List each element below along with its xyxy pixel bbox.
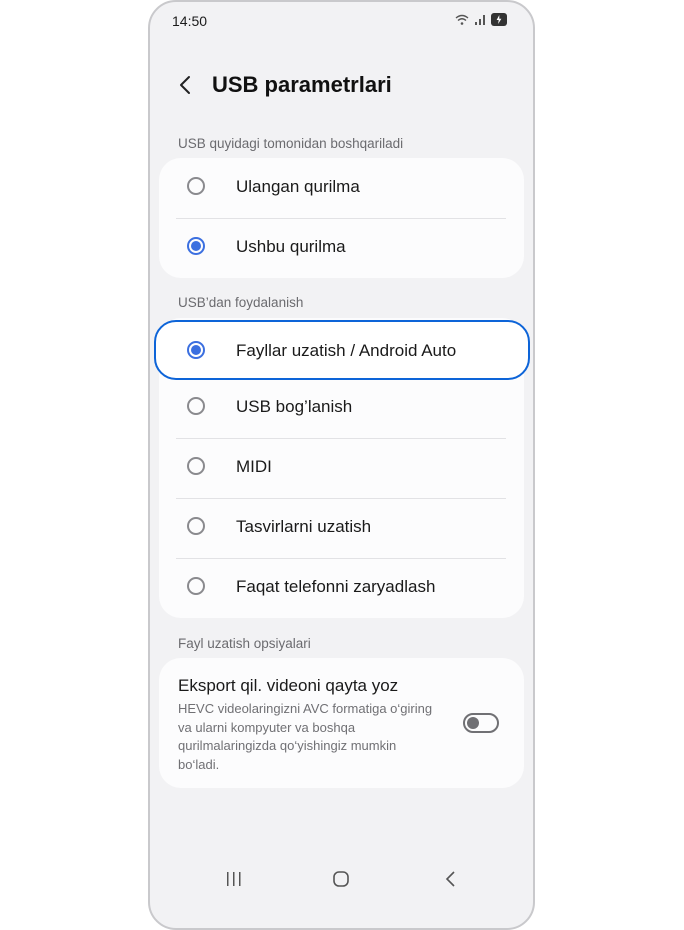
nav-back-icon[interactable] bbox=[442, 870, 460, 888]
radio-button-selected[interactable] bbox=[187, 237, 205, 255]
back-arrow-icon[interactable] bbox=[174, 73, 198, 97]
option-label: USB bog’lanish bbox=[236, 397, 353, 416]
radio-button-selected[interactable] bbox=[187, 341, 205, 359]
setting-description: HEVC videolaringizni AVC formatiga o‘gir… bbox=[178, 701, 433, 772]
export-rewrite-toggle[interactable] bbox=[463, 713, 499, 733]
option-midi[interactable]: MIDI bbox=[159, 438, 524, 498]
home-icon[interactable] bbox=[332, 870, 350, 888]
recent-apps-icon[interactable] bbox=[225, 870, 243, 888]
section-label-usb-use: USB’dan foydalanish bbox=[178, 295, 304, 310]
status-icons bbox=[455, 13, 507, 26]
radio-button[interactable] bbox=[187, 397, 205, 415]
option-this-device[interactable]: Ushbu qurilma bbox=[159, 218, 524, 278]
section-label-controlled-by: USB quyidagi tomonidan boshqariladi bbox=[178, 136, 404, 151]
option-transfer-images[interactable]: Tasvirlarni uzatish bbox=[159, 498, 524, 558]
status-time: 14:50 bbox=[172, 13, 208, 29]
option-connected-device[interactable]: Ulangan qurilma bbox=[159, 158, 524, 218]
option-label: Ulangan qurilma bbox=[236, 177, 360, 196]
option-charge-only[interactable]: Faqat telefonni zaryadlash bbox=[159, 558, 524, 618]
option-label: Ushbu qurilma bbox=[236, 237, 346, 256]
option-usb-tethering[interactable]: USB bog’lanish bbox=[159, 378, 524, 438]
wifi-icon bbox=[455, 14, 469, 25]
section-label-file-transfer-options: Fayl uzatish opsiyalari bbox=[178, 636, 311, 651]
radio-button[interactable] bbox=[187, 577, 205, 595]
option-label: Faqat telefonni zaryadlash bbox=[236, 577, 436, 596]
radio-button[interactable] bbox=[187, 457, 205, 475]
radio-button[interactable] bbox=[187, 517, 205, 535]
controlled-by-card: Ulangan qurilma Ushbu qurilma bbox=[159, 158, 524, 278]
option-file-transfer[interactable]: Fayllar uzatish / Android Auto bbox=[154, 320, 530, 380]
page-title: USB parametrlari bbox=[212, 72, 392, 97]
file-transfer-options-card[interactable]: Eksport qil. videoni qayta yoz HEVC vide… bbox=[159, 658, 524, 788]
signal-icon bbox=[475, 14, 485, 25]
battery-charging-icon bbox=[491, 13, 507, 26]
option-label: Tasvirlarni uzatish bbox=[236, 517, 372, 536]
option-label: Fayllar uzatish / Android Auto bbox=[236, 341, 457, 360]
setting-title: Eksport qil. videoni qayta yoz bbox=[178, 676, 399, 695]
radio-button[interactable] bbox=[187, 177, 205, 195]
option-label: MIDI bbox=[236, 457, 272, 476]
